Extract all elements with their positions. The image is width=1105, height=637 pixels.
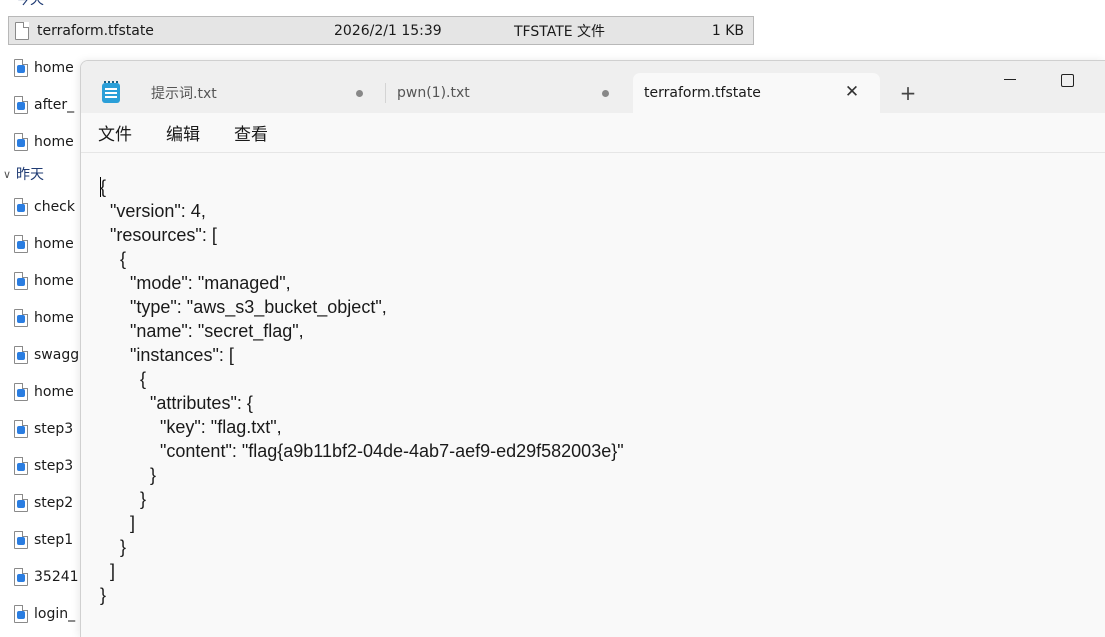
file-row[interactable]: step2 (14, 491, 73, 515)
editor-line: "key": "flag.txt", (100, 417, 282, 437)
file-row[interactable]: step3 (14, 417, 73, 441)
notepad-window: 提示词.txt pwn(1).txt terraform.tfstate ✕ +… (80, 60, 1105, 637)
editor-line: { (100, 249, 127, 269)
file-icon (14, 531, 28, 549)
menu-bar: 文件 编辑 查看 (81, 113, 1105, 153)
group-header-yesterday[interactable]: ∨ 昨天 (0, 163, 44, 185)
file-name: home (34, 236, 74, 252)
file-row[interactable]: login_ (14, 602, 75, 626)
menu-edit[interactable]: 编辑 (166, 120, 200, 145)
text-editor[interactable]: { "version": 4, "resources": [ { "mode":… (81, 154, 1105, 637)
file-row[interactable]: check (14, 195, 75, 219)
file-row[interactable]: step3 (14, 454, 73, 478)
file-icon (14, 383, 28, 401)
file-name: step2 (34, 495, 74, 511)
file-date: 2026/2/1 15:39 (334, 22, 442, 39)
close-icon[interactable]: ✕ (844, 84, 860, 101)
unsaved-dot-icon (602, 90, 609, 97)
file-row[interactable]: swagg (14, 343, 79, 367)
unsaved-dot-icon (356, 90, 363, 97)
file-row[interactable]: home (14, 306, 74, 330)
file-name: step3 (34, 458, 74, 474)
group-label-today: 今天 (16, 0, 44, 8)
editor-line: "content": "flag{a9b11bf2-04de-4ab7-aef9… (100, 441, 624, 461)
file-icon (14, 59, 28, 77)
file-row[interactable]: 35241 (14, 565, 79, 589)
file-icon (15, 21, 29, 40)
editor-line: "type": "aws_s3_bucket_object", (100, 297, 387, 317)
file-type: TFSTATE 文件 (514, 23, 606, 40)
file-row[interactable]: home (14, 56, 74, 80)
editor-line: "resources": [ (100, 225, 217, 245)
editor-content[interactable]: { "version": 4, "resources": [ { "mode":… (100, 175, 624, 607)
file-icon (14, 133, 28, 151)
file-icon (14, 272, 28, 290)
file-row-selected[interactable]: terraform.tfstate 2026/2/1 15:39 TFSTATE… (8, 16, 754, 45)
plus-icon[interactable]: + (897, 83, 919, 105)
editor-line: } (100, 585, 107, 605)
file-icon (14, 494, 28, 512)
maximize-icon[interactable] (1056, 69, 1078, 91)
file-name: after_ (34, 97, 75, 113)
file-row[interactable]: home (14, 232, 74, 256)
file-name: home (34, 134, 74, 150)
editor-line: } (100, 489, 147, 509)
file-icon (14, 568, 28, 586)
notepad-icon (102, 81, 120, 103)
file-name: home (34, 310, 74, 326)
file-icon (14, 309, 28, 327)
editor-line: "attributes": { (100, 393, 253, 413)
tab-label: pwn(1).txt (397, 85, 470, 101)
file-name: terraform.tfstate (37, 22, 154, 39)
file-icon (14, 96, 28, 114)
file-row[interactable]: step1 (14, 528, 73, 552)
menu-view[interactable]: 查看 (234, 120, 268, 145)
file-icon (14, 235, 28, 253)
tab-label: terraform.tfstate (644, 85, 761, 101)
editor-line: ] (100, 561, 116, 581)
file-row[interactable]: home (14, 269, 74, 293)
editor-line: { (100, 177, 107, 197)
file-icon (14, 605, 28, 623)
file-name: home (34, 273, 74, 289)
file-size: 1 KB (711, 22, 744, 39)
tab-divider (385, 83, 386, 103)
file-name: step3 (34, 421, 74, 437)
editor-line: } (100, 537, 127, 557)
file-icon (14, 346, 28, 364)
file-row[interactable]: home (14, 380, 74, 404)
editor-line: "instances": [ (100, 345, 234, 365)
file-icon (14, 198, 28, 216)
editor-line: "name": "secret_flag", (100, 321, 304, 341)
tab-terraform[interactable]: terraform.tfstate ✕ (633, 73, 880, 113)
file-row[interactable]: home (14, 130, 74, 154)
group-header-today[interactable]: 今天 (16, 0, 44, 10)
file-name: swagg (34, 347, 80, 363)
tab-prompt[interactable]: 提示词.txt (151, 73, 371, 113)
file-name: step1 (34, 532, 74, 548)
file-row[interactable]: after_ (14, 93, 74, 117)
tab-label: 提示词.txt (151, 86, 217, 102)
chevron-down-icon: ∨ (2, 167, 12, 181)
minimize-icon[interactable] (999, 69, 1021, 91)
file-icon (14, 457, 28, 475)
menu-file[interactable]: 文件 (98, 120, 132, 145)
file-name: home (34, 60, 74, 76)
editor-line: ] (100, 513, 136, 533)
editor-line: "mode": "managed", (100, 273, 291, 293)
editor-line: } (100, 465, 157, 485)
group-label-yesterday: 昨天 (16, 167, 44, 183)
editor-line: "version": 4, (100, 201, 206, 221)
file-name: check (34, 199, 75, 215)
file-icon (14, 420, 28, 438)
title-bar[interactable]: 提示词.txt pwn(1).txt terraform.tfstate ✕ + (81, 61, 1105, 113)
tab-pwn[interactable]: pwn(1).txt (397, 73, 617, 113)
editor-line: { (100, 369, 147, 389)
file-name: login_ (34, 606, 76, 622)
file-name: home (34, 384, 74, 400)
file-name: 35241 (34, 569, 79, 585)
